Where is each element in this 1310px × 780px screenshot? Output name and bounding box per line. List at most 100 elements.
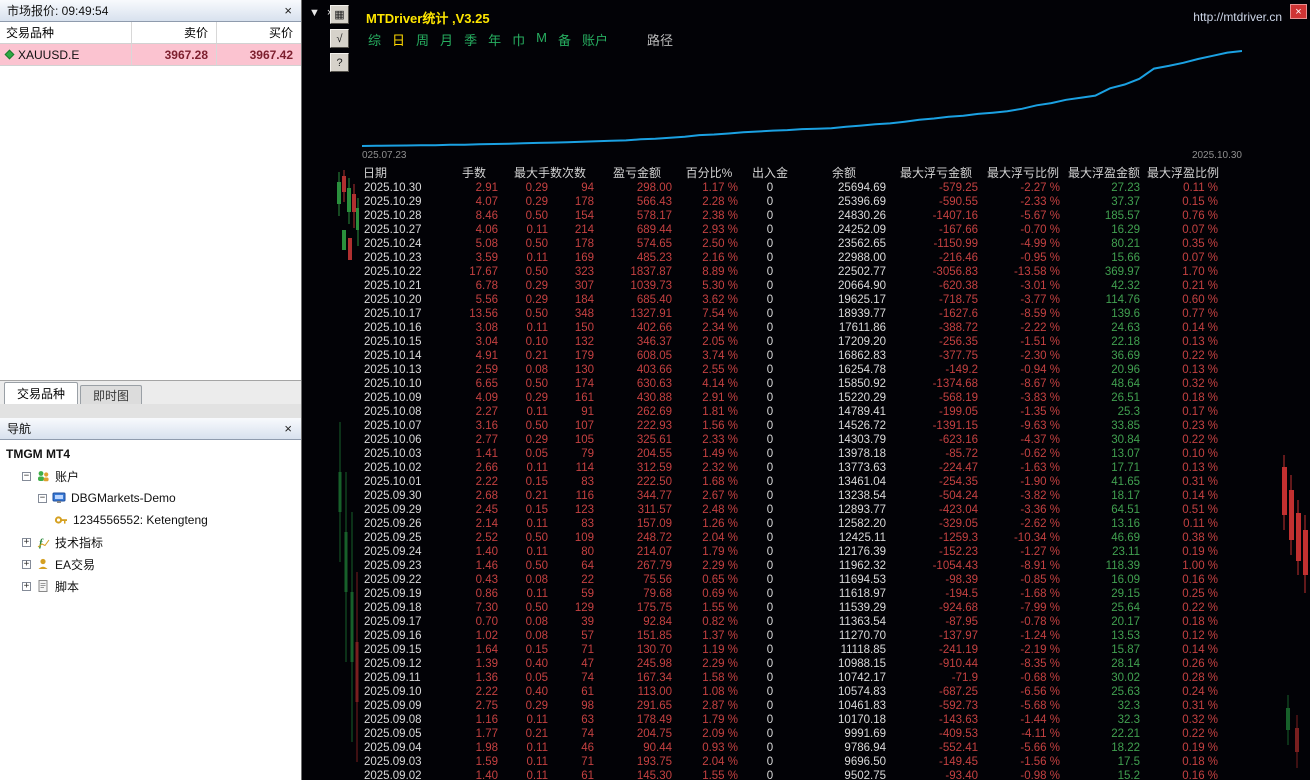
column-header-bid[interactable]: 卖价 (131, 22, 216, 43)
check-button[interactable]: √ (330, 29, 349, 48)
stats-cell: 1.37 % (702, 630, 738, 642)
expand-icon[interactable]: + (22, 581, 31, 591)
stats-cell: 20.96 (1111, 364, 1140, 376)
stats-cell: 0.35 % (1182, 238, 1219, 250)
stats-cell: -241.19 (938, 644, 978, 656)
stats-cell: 18939.77 (838, 308, 886, 320)
stats-cell: 0 (766, 518, 774, 530)
stats-cell: 578.17 (636, 210, 672, 222)
navigator-item[interactable]: + f 技术指标 (0, 531, 301, 553)
stats-cell: 184 (574, 294, 594, 306)
stats-cell: 157.09 (636, 518, 672, 530)
stats-cell: 2025.09.12 (364, 658, 422, 670)
stats-cell: 2025.09.09 (364, 700, 422, 712)
stats-cell: 0 (766, 588, 774, 600)
stats-cell: 0.11 (526, 462, 548, 474)
stats-cell: 185.57 (1104, 210, 1140, 222)
navigator-item[interactable]: − 账户 (0, 465, 301, 487)
chart-collapse-icon[interactable]: ▼ (309, 7, 320, 19)
close-icon[interactable]: × (282, 4, 294, 17)
stats-cell: 4.06 (475, 224, 498, 236)
collapse-icon[interactable]: − (22, 471, 31, 481)
stats-cell: 2025.10.27 (364, 224, 422, 236)
column-header-ask[interactable]: 买价 (216, 22, 301, 43)
expand-icon[interactable]: + (22, 559, 31, 569)
stats-cell: 2.91 (475, 182, 498, 194)
collapse-icon[interactable]: − (38, 493, 47, 503)
stats-cell: -3056.83 (932, 266, 978, 278)
column-header-symbol[interactable]: 交易品种 (0, 22, 131, 43)
stats-cell: 0.11 (526, 714, 548, 726)
stats-cell: 3.62 % (702, 294, 738, 306)
stats-cell: -5.68 % (1020, 700, 1060, 712)
stats-cell: 0 (766, 560, 774, 572)
stats-cell: 1.55 % (702, 602, 738, 614)
stats-cell: 0.15 % (1182, 196, 1219, 208)
market-watch-titlebar[interactable]: 市场报价: 09:49:54 × (0, 0, 301, 22)
help-button[interactable]: ? (330, 53, 349, 72)
stats-cell: 15.66 (1111, 252, 1140, 264)
stats-cell: 0.08 (525, 364, 548, 376)
stats-cell: 36.69 (1111, 350, 1140, 362)
navigator-item[interactable]: + 脚本 (0, 575, 301, 597)
close-icon[interactable]: × (282, 422, 294, 435)
snapshot-button[interactable]: ▦ (330, 5, 349, 24)
stats-cell: 298.00 (636, 182, 672, 194)
stats-cell: 1.26 % (702, 518, 738, 530)
stats-cell: 2025.10.06 (364, 434, 422, 446)
navigator-titlebar[interactable]: 导航 × (0, 418, 301, 440)
stats-table-row: 2025.10.23 3.59 0.11 169 485.23 2.16 % 0 22988.… (360, 251, 1222, 265)
stats-cell: 402.66 (636, 322, 672, 334)
stats-cell: 0 (766, 616, 774, 628)
symbol-row-xauusd[interactable]: XAUUSD.E 3967.28 3967.42 (0, 44, 301, 66)
stats-cell: 22502.77 (838, 266, 886, 278)
market-watch-tab[interactable]: 即时图 (80, 385, 143, 404)
stats-cell: 114 (575, 462, 594, 474)
stats-table-row: 2025.10.30 2.91 0.29 94 298.00 1.17 % 0 25694.6… (360, 181, 1222, 195)
stats-cell: -2.22 % (1020, 322, 1060, 334)
stats-cell: 1.98 (475, 742, 498, 754)
stats-cell: 154 (574, 210, 594, 222)
stats-url-link[interactable]: http://mtdriver.cn (1193, 10, 1282, 24)
stats-cell: 11118.85 (840, 644, 886, 656)
stats-cell: 1.19 % (702, 644, 738, 656)
navigator-item[interactable]: TMGM MT4 (0, 443, 301, 465)
stats-column-header: 百分比% (685, 166, 733, 180)
stats-cell: 16.09 (1111, 574, 1140, 586)
stats-cell: 150 (574, 322, 594, 334)
stats-cell: 2.50 % (702, 238, 738, 250)
stats-cell: 0.51 % (1182, 504, 1219, 516)
stats-cell: 0.11 % (1183, 182, 1219, 194)
stats-cell: 0.17 % (1182, 406, 1219, 418)
stats-cell: 114.76 (1105, 294, 1140, 306)
stats-cell: 2025.10.22 (364, 266, 422, 278)
navigator-item[interactable]: + EA交易 (0, 553, 301, 575)
equity-curve-line (361, 50, 1243, 147)
stats-cell: 94 (581, 182, 594, 194)
stats-cell: 8.89 % (702, 266, 738, 278)
stats-cell: -0.94 % (1020, 364, 1060, 376)
stats-table-row: 2025.10.07 3.16 0.50 107 222.93 1.56 % 0 14526.… (360, 419, 1222, 433)
market-watch-tab[interactable]: 交易品种 (4, 382, 79, 404)
stats-cell: 0.11 (526, 588, 548, 600)
stats-cell: 179 (574, 350, 594, 362)
left-panel-column: 市场报价: 09:49:54 × 交易品种 卖价 买价 XAUUSD.E 396… (0, 0, 302, 780)
stats-cell: 2025.09.11 (364, 672, 421, 684)
stats-cell: 24252.09 (838, 224, 886, 236)
stats-cell: 1.16 (475, 714, 498, 726)
stats-cell: -1.44 % (1020, 714, 1060, 726)
navigator-item[interactable]: 1234556552: Ketengteng (0, 509, 301, 531)
stats-cell: 291.65 (636, 700, 672, 712)
stats-cell: 0 (766, 196, 774, 208)
navigator-item[interactable]: − DBGMarkets-Demo (0, 487, 301, 509)
stats-cell: 0 (766, 392, 774, 404)
stats-cell: 13461.04 (838, 476, 886, 488)
stats-cell: 25396.69 (838, 196, 886, 208)
stats-cell: 0 (766, 462, 774, 474)
stats-cell: -71.9 (951, 672, 978, 684)
stats-cell: 267.79 (636, 560, 672, 572)
expand-icon[interactable]: + (22, 537, 31, 547)
stats-cell: 214.07 (636, 546, 672, 558)
navigator-item-label: DBGMarkets-Demo (71, 491, 176, 505)
stats-cell: 0.05 (525, 448, 548, 460)
